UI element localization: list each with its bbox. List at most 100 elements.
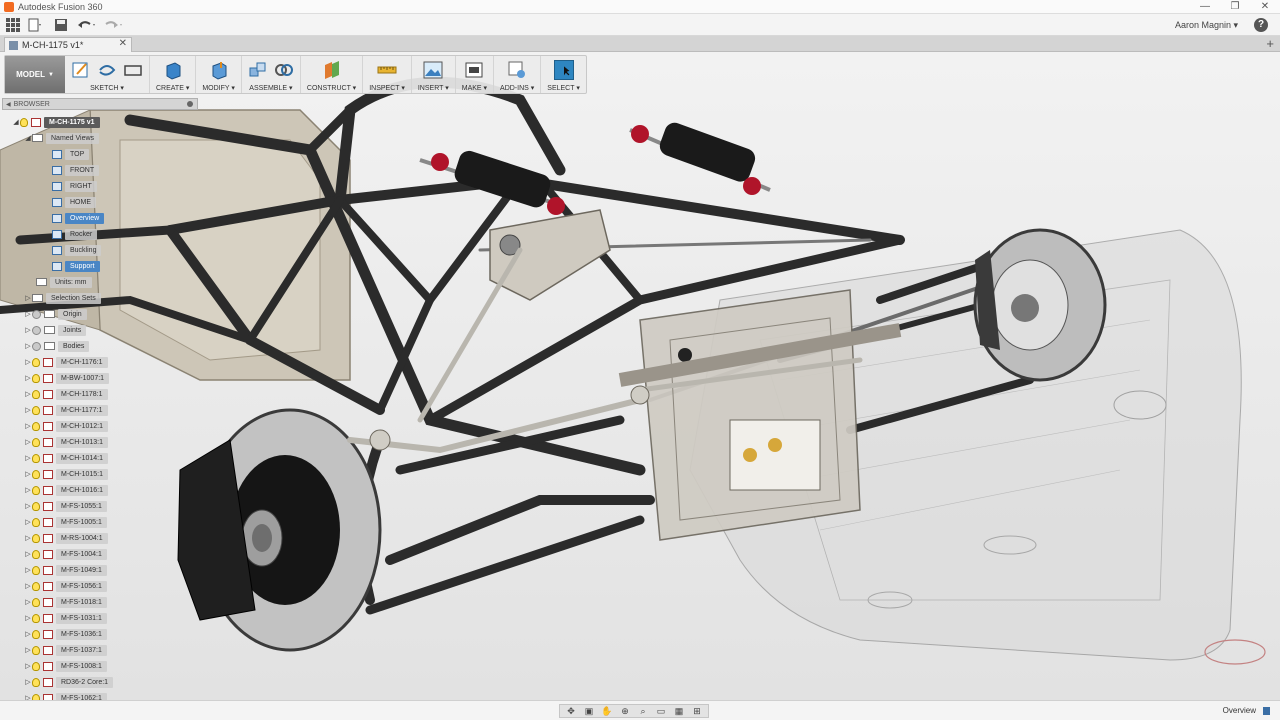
visibility-bulb-icon[interactable] bbox=[32, 549, 40, 559]
document-tab[interactable]: M-CH-1175 v1* ✕ bbox=[4, 37, 132, 52]
visibility-bulb-icon[interactable] bbox=[32, 485, 40, 495]
tree-component-item[interactable]: ▷ M-FS-1036:1 bbox=[24, 628, 107, 640]
visibility-bulb-icon[interactable] bbox=[32, 581, 40, 591]
tree-component-item[interactable]: ▷ M-CH-1178:1 bbox=[24, 388, 108, 400]
inspect-group[interactable]: INSPECT ▾ bbox=[363, 56, 412, 93]
create-group[interactable]: CREATE ▾ bbox=[150, 56, 197, 93]
expand-icon[interactable]: ▷ bbox=[24, 294, 32, 302]
3d-print-icon[interactable] bbox=[464, 60, 484, 80]
press-pull-icon[interactable] bbox=[209, 60, 229, 80]
tree-folder-bodies[interactable]: ▷ Bodies bbox=[24, 340, 90, 352]
new-tab-button[interactable]: + bbox=[1266, 36, 1274, 51]
tree-view-item[interactable]: Rocker bbox=[52, 228, 98, 240]
collapse-icon[interactable]: ◢ bbox=[12, 118, 20, 126]
scripts-addins-icon[interactable] bbox=[507, 60, 527, 80]
view-flag-icon[interactable] bbox=[1263, 707, 1270, 715]
tree-component-item[interactable]: ▷ M-FS-1005:1 bbox=[24, 516, 107, 528]
construct-group[interactable]: CONSTRUCT ▾ bbox=[301, 56, 364, 93]
close-window-button[interactable]: ✕ bbox=[1250, 0, 1280, 14]
tree-component-item[interactable]: ▷ M-FS-1031:1 bbox=[24, 612, 107, 624]
tree-component-item[interactable]: ▷ M-FS-1056:1 bbox=[24, 580, 107, 592]
select-cursor-icon[interactable] bbox=[553, 60, 574, 80]
visibility-bulb-icon[interactable] bbox=[32, 677, 40, 687]
tree-component-item[interactable]: ▷ M-FS-1049:1 bbox=[24, 564, 107, 576]
tree-component-item[interactable]: ▷ M-FS-1037:1 bbox=[24, 644, 107, 656]
visibility-bulb-icon[interactable] bbox=[32, 437, 40, 447]
assemble-group[interactable]: ASSEMBLE ▾ bbox=[242, 56, 301, 93]
tree-root-component[interactable]: ◢ M-CH-1175 v1 bbox=[12, 116, 100, 128]
visibility-icon[interactable] bbox=[32, 325, 41, 335]
expand-icon[interactable]: ▷ bbox=[24, 486, 32, 494]
save-button[interactable] bbox=[50, 16, 72, 34]
expand-icon[interactable]: ▷ bbox=[24, 678, 32, 686]
select-group[interactable]: SELECT ▾ bbox=[541, 56, 586, 93]
pin-icon[interactable] bbox=[187, 101, 193, 107]
visibility-bulb-icon[interactable] bbox=[32, 533, 40, 543]
visibility-bulb-icon[interactable] bbox=[32, 629, 40, 639]
tree-view-item-selected[interactable]: Overview bbox=[52, 212, 105, 224]
browser-panel-header[interactable]: ◀ BROWSER bbox=[2, 98, 198, 110]
visibility-bulb-icon[interactable] bbox=[32, 661, 40, 671]
addins-group[interactable]: ADD-INS ▾ bbox=[494, 56, 542, 93]
tree-component-item[interactable]: ▷ M-FS-1008:1 bbox=[24, 660, 107, 672]
tree-units-item[interactable]: Units: mm bbox=[36, 276, 92, 288]
tree-view-item[interactable]: RIGHT bbox=[52, 180, 97, 192]
tree-component-item[interactable]: ▷ M-FS-1004:1 bbox=[24, 548, 107, 560]
make-group[interactable]: MAKE ▾ bbox=[456, 56, 495, 93]
expand-icon[interactable]: ▷ bbox=[24, 422, 32, 430]
tree-component-item[interactable]: ▷ M-CH-1177:1 bbox=[24, 404, 108, 416]
tree-component-item[interactable]: ▷ M-CH-1016:1 bbox=[24, 484, 109, 496]
expand-icon[interactable]: ▷ bbox=[24, 566, 32, 574]
pan-hand-icon[interactable]: ✋ bbox=[599, 706, 615, 717]
expand-icon[interactable]: ▷ bbox=[24, 470, 32, 478]
viewports-icon[interactable]: ⊞ bbox=[689, 706, 705, 717]
fit-zoom-icon[interactable]: ⌕ bbox=[635, 706, 651, 717]
tree-view-item[interactable]: Buckling bbox=[52, 244, 102, 256]
tree-component-item[interactable]: ▷ M-RS-1004:1 bbox=[24, 532, 108, 544]
undo-button[interactable] bbox=[76, 16, 98, 34]
sketch-group[interactable]: SKETCH ▾ bbox=[65, 56, 150, 93]
chassis-model-render[interactable] bbox=[0, 52, 1280, 700]
data-panel-grid-icon[interactable] bbox=[6, 17, 20, 32]
expand-icon[interactable]: ▷ bbox=[24, 662, 32, 670]
expand-icon[interactable]: ▷ bbox=[24, 582, 32, 590]
tree-component-item[interactable]: ▷ M-CH-1014:1 bbox=[24, 452, 109, 464]
create-sketch-icon[interactable] bbox=[71, 60, 91, 80]
expand-icon[interactable]: ▷ bbox=[24, 358, 32, 366]
expand-icon[interactable]: ▷ bbox=[24, 310, 32, 318]
grid-settings-icon[interactable]: ▦ bbox=[671, 706, 687, 717]
file-menu-button[interactable] bbox=[24, 16, 46, 34]
expand-icon[interactable]: ▷ bbox=[24, 326, 32, 334]
expand-icon[interactable]: ▷ bbox=[24, 534, 32, 542]
insert-image-icon[interactable] bbox=[423, 60, 443, 80]
visibility-bulb-icon[interactable] bbox=[32, 389, 40, 399]
visibility-bulb-icon[interactable] bbox=[32, 357, 40, 367]
tree-folder-selection-sets[interactable]: ▷ Selection Sets bbox=[24, 292, 101, 304]
tree-component-item[interactable]: ▷ RD36-2 Core:1 bbox=[24, 676, 114, 688]
expand-icon[interactable]: ▷ bbox=[24, 454, 32, 462]
expand-icon[interactable]: ▷ bbox=[24, 374, 32, 382]
rectangle-tool-icon[interactable] bbox=[123, 60, 143, 80]
measure-icon[interactable] bbox=[377, 60, 397, 80]
display-settings-icon[interactable]: ▭ bbox=[653, 706, 669, 717]
restore-button[interactable]: ❐ bbox=[1220, 0, 1250, 14]
tree-folder-named-views[interactable]: ◢ Named Views bbox=[24, 132, 100, 144]
insert-group[interactable]: INSERT ▾ bbox=[412, 56, 456, 93]
line-tool-icon[interactable] bbox=[97, 60, 117, 80]
expand-icon[interactable]: ▷ bbox=[24, 550, 32, 558]
joint-icon[interactable] bbox=[274, 60, 294, 80]
tree-folder-joints[interactable]: ▷ Joints bbox=[24, 324, 87, 336]
tree-component-item[interactable]: ▷ M-CH-1012:1 bbox=[24, 420, 109, 432]
help-button[interactable]: ? bbox=[1254, 18, 1268, 32]
look-at-icon[interactable]: ▣ bbox=[581, 706, 597, 717]
collapse-triangle-icon[interactable]: ◀ bbox=[6, 101, 11, 108]
visibility-bulb-icon[interactable] bbox=[32, 373, 40, 383]
tree-view-item[interactable]: HOME bbox=[52, 196, 96, 208]
visibility-bulb-icon[interactable] bbox=[32, 469, 40, 479]
visibility-bulb-icon[interactable] bbox=[20, 117, 28, 127]
orbit-icon[interactable]: ✥ bbox=[563, 706, 579, 717]
expand-icon[interactable]: ▷ bbox=[24, 598, 32, 606]
visibility-bulb-icon[interactable] bbox=[32, 597, 40, 607]
expand-icon[interactable]: ▷ bbox=[24, 438, 32, 446]
tree-view-item[interactable]: FRONT bbox=[52, 164, 100, 176]
